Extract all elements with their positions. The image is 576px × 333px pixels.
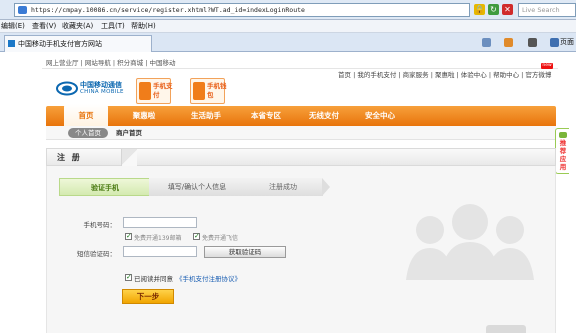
site-top-links[interactable]: 网上营业厅 | 网站导航 | 积分商城 | 中国移动 (46, 57, 175, 67)
subnav-merchant-home[interactable]: 商户首页 (116, 126, 142, 140)
phone-icon (139, 82, 151, 100)
menu-tools[interactable]: 工具(T) (101, 20, 125, 33)
opt-139mail-checkbox[interactable] (125, 232, 132, 240)
refresh-icon[interactable]: ↻ (488, 4, 499, 15)
feature-label: 手机支付 (153, 82, 173, 99)
page-title: 注 册 (57, 153, 82, 162)
tab-title: 中国移动手机支付官方网站 (18, 40, 102, 48)
feature-label: 手机钱包 (207, 82, 227, 99)
sms-code-label: 短信验证码： (77, 250, 116, 258)
logo-text-en: CHINA MOBILE (80, 89, 124, 95)
nav-life-helper[interactable]: 生活助手 (178, 106, 234, 126)
menu-view[interactable]: 查看(V) (32, 20, 56, 33)
search-placeholder: Live Search (522, 6, 560, 14)
subnav-personal-home[interactable]: 个人首页 (68, 128, 108, 138)
menu-favorites[interactable]: 收藏夹(A) (62, 20, 93, 33)
nav-wireless-pay[interactable]: 无线支付 (296, 106, 352, 126)
app-icon (559, 132, 567, 138)
menu-help[interactable]: 帮助(H) (131, 20, 156, 33)
menu-edit[interactable]: 编辑(E) (1, 20, 25, 33)
nav-security[interactable]: 安全中心 (352, 106, 408, 126)
phone-label: 手机号码： (83, 221, 117, 229)
feature-mobile-payment[interactable]: 手机支付 (136, 78, 173, 104)
search-input[interactable]: Live Search (518, 3, 576, 17)
recommended-apps-tab[interactable]: 推荐应用 (555, 128, 569, 174)
home-icon[interactable] (482, 38, 491, 47)
opt-139mail-label: 免费开通139邮箱 (134, 235, 182, 242)
step-arrow (322, 178, 330, 196)
browser-tab[interactable]: 中国移动手机支付官方网站 (4, 35, 152, 52)
register-header: 注 册 (46, 148, 556, 166)
agree-text: 已阅读并同意 (134, 275, 173, 283)
footer-decoration (486, 325, 526, 333)
people-illustration (406, 204, 534, 280)
nav-deals[interactable]: 聚惠啦 (118, 106, 170, 126)
opt-fetion-checkbox[interactable] (193, 232, 200, 240)
main-nav: 首页 聚惠啦 生活助手 本省专区 无线支付 安全中心 (46, 104, 556, 126)
nav-province[interactable]: 本省专区 (238, 106, 294, 126)
step-fill-info: 填写/确认个人信息 (149, 178, 245, 196)
next-step-button[interactable]: 下一步 (122, 289, 174, 304)
lock-icon[interactable]: 🔒 (474, 4, 485, 15)
feature-mobile-wallet[interactable]: 手机钱包 (190, 78, 227, 104)
agreement-link[interactable]: 《手机支付注册协议》 (176, 273, 241, 283)
print-icon[interactable] (528, 38, 537, 47)
page-menu-icon[interactable] (550, 38, 559, 47)
china-mobile-logo-icon (56, 81, 78, 96)
favicon-icon (8, 40, 15, 47)
page-menu-label[interactable]: 页面 (560, 35, 574, 49)
phone-input[interactable] (123, 217, 197, 228)
rss-icon[interactable] (504, 38, 513, 47)
browser-menubar: 编辑(E) 查看(V) 收藏夹(A) 工具(T) 帮助(H) (0, 20, 576, 33)
nav-home[interactable]: 首页 (64, 106, 108, 126)
sms-code-input[interactable] (123, 246, 197, 257)
stop-icon[interactable]: ✕ (502, 4, 513, 15)
address-url: https://cmpay.10086.cn/service/register.… (31, 6, 305, 14)
agree-checkbox[interactable] (125, 273, 132, 281)
address-field[interactable]: https://cmpay.10086.cn/service/register.… (14, 3, 470, 17)
step-verify-phone: 验证手机 (59, 178, 151, 196)
page-icon (18, 6, 27, 14)
side-tab-label: 推荐应用 (559, 139, 567, 171)
step-success: 注册成功 (243, 178, 323, 196)
site-main-links[interactable]: 首页 | 我的手机支付 | 商家服务 | 聚惠啦 | 体验中心 | 帮助中心 |… (338, 69, 551, 79)
wallet-icon (193, 82, 205, 100)
sub-nav: 个人首页 商户首页 (46, 126, 556, 140)
opt-fetion-label: 免费开通飞信 (202, 235, 239, 242)
get-code-button[interactable]: 获取验证码 (204, 246, 286, 258)
title-corner-decoration (121, 149, 137, 166)
browser-address-bar-row: https://cmpay.10086.cn/service/register.… (0, 0, 576, 20)
new-badge: new (541, 63, 553, 69)
